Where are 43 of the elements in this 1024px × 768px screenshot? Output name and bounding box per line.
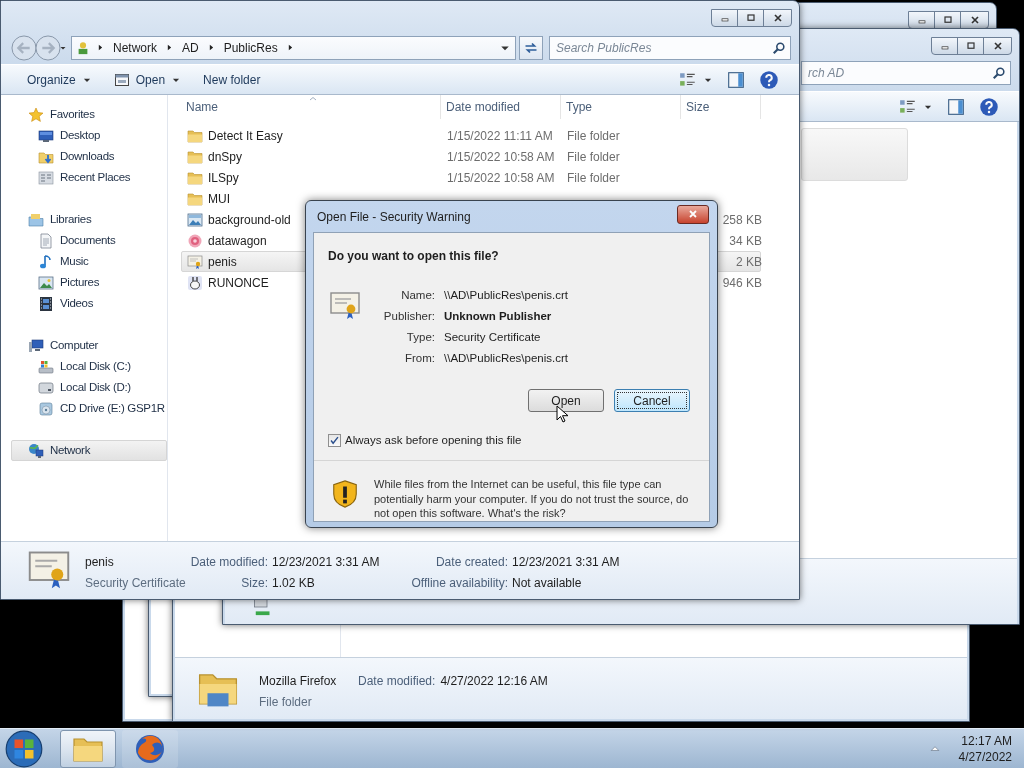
- size-cell: 2 KB: [736, 254, 762, 269]
- file-name: penis: [208, 253, 237, 271]
- dialog-question: Do you want to open this file?: [328, 248, 500, 265]
- date-cell-text: 1/15/2022 10:58 AM: [446, 169, 556, 187]
- file-name: MUI: [208, 190, 230, 208]
- field-label: From:: [403, 351, 435, 366]
- field-label: Date modified:: [189, 554, 268, 571]
- file-name: dnSpy: [208, 148, 243, 166]
- field-label: Type:: [405, 330, 435, 345]
- warning-text: While files from the Internet can be useful, this file type can potentially harm your computer. If you do not trust the source, do not open this software. What's the risk?: [374, 477, 690, 521]
- field-value: \\AD\PublicRes\penis.crt: [444, 351, 569, 366]
- file-name: background-old: [208, 211, 291, 229]
- type-cell-text: File folder: [566, 169, 621, 187]
- field-label: Date created:: [434, 554, 508, 571]
- file-type: File folder: [259, 694, 313, 711]
- size-cell: 34 KB: [729, 233, 762, 248]
- field-value: 12/23/2021 3:31 AM: [272, 554, 381, 571]
- field-label: Publisher:: [382, 309, 435, 324]
- field-label: Offline availability:: [410, 575, 508, 592]
- date-cell-text: 1/15/2022 10:58 AM: [446, 148, 556, 166]
- type-cell-text: File folder: [566, 148, 621, 166]
- type-cell-text: File folder: [566, 127, 621, 145]
- field-label: Date modified:: [358, 673, 436, 690]
- field-value: Not available: [512, 575, 583, 592]
- field-value: 12/23/2021 3:31 AM: [512, 554, 620, 571]
- field-value: \\AD\PublicRes\penis.crt: [444, 288, 569, 303]
- field-value: 4/27/2022 12:16 AM: [440, 673, 548, 690]
- file-type: Security Certificate: [85, 575, 185, 592]
- file-name: ILSpy: [208, 169, 239, 187]
- field-label: Name:: [400, 288, 435, 303]
- size-cell: 946 KB: [722, 275, 762, 290]
- date-cell-text: 1/15/2022 11:11 AM: [446, 127, 554, 145]
- size-cell: 258 KB: [722, 212, 762, 227]
- dialog-title: Open File - Security Warning: [316, 208, 471, 226]
- field-label: Size:: [240, 575, 268, 592]
- field-value: Security Certificate: [444, 330, 542, 345]
- field-value: Unknown Publisher: [444, 309, 553, 324]
- file-name: RUNONCE: [208, 274, 269, 292]
- file-name: penis: [85, 554, 115, 571]
- file-name: Mozilla Firefox: [259, 673, 338, 690]
- field-value: 1.02 KB: [272, 575, 316, 592]
- file-name: Detect It Easy: [208, 127, 283, 145]
- file-name: datawagon: [208, 232, 267, 250]
